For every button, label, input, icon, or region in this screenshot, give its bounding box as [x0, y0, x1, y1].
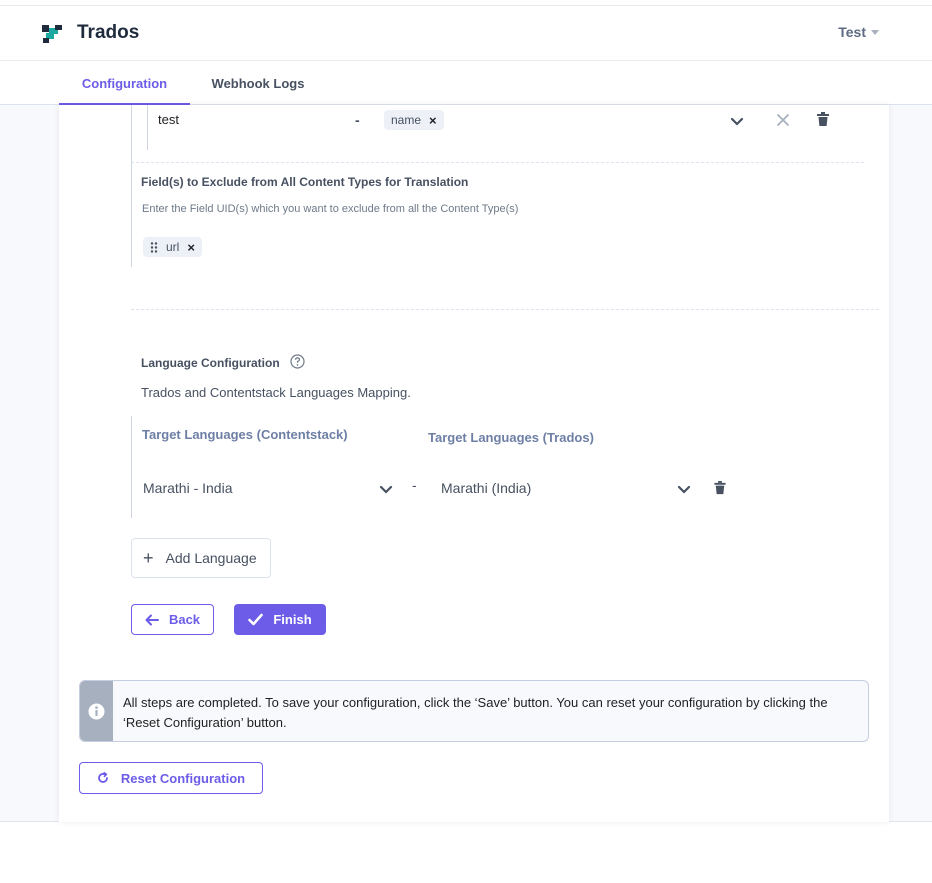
- mapping-separator: -: [355, 112, 360, 128]
- delete-language-icon[interactable]: [714, 481, 726, 495]
- contentstack-language-select[interactable]: Marathi - India: [143, 480, 232, 496]
- user-menu[interactable]: Test: [838, 24, 879, 40]
- check-icon: [248, 613, 264, 626]
- notice-text: All steps are completed. To save your co…: [123, 695, 828, 730]
- language-left-border: [131, 416, 132, 518]
- finish-button[interactable]: Finish: [234, 604, 326, 635]
- language-config-title: Language Configuration: [141, 356, 280, 370]
- caret-down-icon: [871, 30, 879, 35]
- language-config-description: Trados and Contentstack Languages Mappin…: [141, 385, 411, 400]
- row-divider: [131, 162, 864, 163]
- drag-handle-icon[interactable]: [150, 241, 158, 253]
- row-left-border: [147, 105, 148, 150]
- app-header: Trados Test: [0, 6, 932, 61]
- language-separator: -: [412, 477, 417, 493]
- field-tag-label: name: [391, 113, 422, 127]
- tab-webhook-logs[interactable]: Webhook Logs: [196, 61, 320, 105]
- field-tag: name ×: [384, 110, 444, 130]
- trados-logo-icon: [42, 25, 62, 43]
- info-notice: All steps are completed. To save your co…: [79, 680, 869, 742]
- trados-language-select[interactable]: Marathi (India): [441, 480, 531, 496]
- tab-configuration[interactable]: Configuration: [59, 61, 190, 105]
- finish-label: Finish: [273, 612, 312, 627]
- col-header-contentstack: Target Languages (Contentstack): [142, 427, 348, 442]
- arrow-left-icon: [145, 614, 159, 625]
- user-name: Test: [838, 24, 866, 40]
- info-icon: [88, 703, 105, 719]
- tab-bar: Configuration Webhook Logs: [0, 61, 932, 105]
- add-language-label: Add Language: [165, 550, 257, 566]
- back-button[interactable]: Back: [131, 604, 214, 635]
- add-language-button[interactable]: + Add Language: [131, 538, 271, 578]
- help-icon[interactable]: [290, 354, 305, 369]
- col-header-trados: Target Languages (Trados): [428, 430, 594, 445]
- app-title: Trados: [77, 22, 140, 43]
- back-label: Back: [168, 612, 201, 627]
- section-left-border: [131, 105, 132, 267]
- delete-icon[interactable]: [817, 112, 829, 127]
- reset-configuration-button[interactable]: Reset Configuration: [79, 762, 263, 794]
- exclude-tag: url ×: [143, 237, 202, 257]
- notice-icon-bar: [80, 681, 113, 741]
- chevron-down-icon[interactable]: [677, 485, 691, 495]
- content-type-value: test: [158, 112, 179, 127]
- chevron-down-icon[interactable]: [379, 485, 393, 495]
- exclude-fields-help: Enter the Field UID(s) which you want to…: [142, 203, 519, 215]
- exclude-fields-title: Field(s) to Exclude from All Content Typ…: [141, 175, 469, 189]
- clear-icon[interactable]: [776, 113, 790, 127]
- remove-tag-icon[interactable]: ×: [187, 240, 195, 255]
- section-divider: [131, 309, 879, 310]
- chevron-down-icon[interactable]: [730, 117, 744, 127]
- refresh-icon: [98, 772, 108, 783]
- remove-tag-icon[interactable]: ×: [429, 113, 437, 128]
- plus-icon: +: [143, 548, 154, 568]
- exclude-tag-label: url: [166, 240, 180, 254]
- reset-label: Reset Configuration: [120, 770, 246, 786]
